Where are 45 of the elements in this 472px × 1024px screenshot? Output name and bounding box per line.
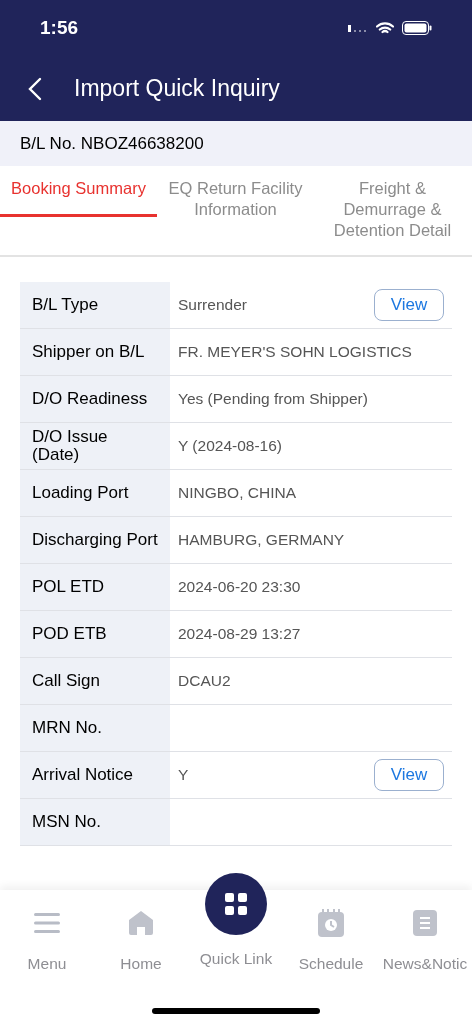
value-text: FR. MEYER'S SOHN LOGISTICS — [178, 342, 412, 363]
tab[interactable]: Freight & Demurrage & Detention Detail — [314, 166, 471, 255]
view-button[interactable]: View — [374, 289, 444, 321]
bl-number: B/L No. NBOZ46638200 — [20, 132, 204, 155]
menu-icon — [34, 913, 60, 933]
label-cell: MSN No. — [20, 799, 170, 845]
tab[interactable]: EQ Return Facility Information — [157, 166, 314, 255]
value-text: Yes (Pending from Shipper) — [178, 389, 368, 410]
back-icon[interactable] — [28, 76, 42, 101]
nav-item[interactable]: Menu — [0, 890, 94, 976]
label-cell: Call Sign — [20, 658, 170, 704]
label-cell: Discharging Port — [20, 517, 170, 563]
label-cell: POL ETD — [20, 564, 170, 610]
nav-item[interactable]: Home — [94, 890, 188, 976]
view-button[interactable]: View — [374, 759, 444, 791]
home-icon — [128, 910, 154, 936]
label-cell: Loading Port — [20, 470, 170, 516]
label-cell: Shipper on B/L — [20, 329, 170, 375]
clock-calendar-icon — [318, 909, 344, 937]
value-text: Y — [178, 765, 189, 786]
value-text: Surrender — [178, 295, 247, 316]
value-text: HAMBURG, GERMANY — [178, 530, 345, 551]
document-icon — [413, 910, 437, 936]
label-cell: MRN No. — [20, 705, 170, 751]
nav-label: Quick Link — [199, 949, 273, 969]
label-cell: POD ETB — [20, 611, 170, 657]
nav-item[interactable]: Schedule — [284, 890, 378, 976]
value-text: 2024-08-29 13:27 — [178, 624, 301, 645]
status-time: 1:56 — [40, 15, 79, 40]
signal-icon — [348, 24, 368, 32]
value-text: 2024-06-20 23:30 — [178, 577, 301, 598]
value-text: NINGBO, CHINA — [178, 483, 296, 504]
value-text: Y (2024-08-16) — [178, 436, 282, 457]
label-cell: B/L Type — [20, 282, 170, 328]
nav-item[interactable]: News&Notic — [378, 890, 472, 976]
wifi-icon — [376, 21, 394, 35]
grid-icon — [225, 893, 247, 915]
label-cell: D/O Issue (Date) — [20, 423, 170, 469]
tab[interactable]: Booking Summary — [0, 166, 157, 217]
label-cell: Arrival Notice — [20, 752, 170, 798]
page-title: Import Quick Inquiry — [74, 74, 280, 104]
value-text: DCAU2 — [178, 671, 231, 692]
label-cell: D/O Readiness — [20, 376, 170, 422]
battery-icon — [402, 21, 432, 35]
quick-link-tab[interactable]: Quick Link — [188, 873, 284, 976]
